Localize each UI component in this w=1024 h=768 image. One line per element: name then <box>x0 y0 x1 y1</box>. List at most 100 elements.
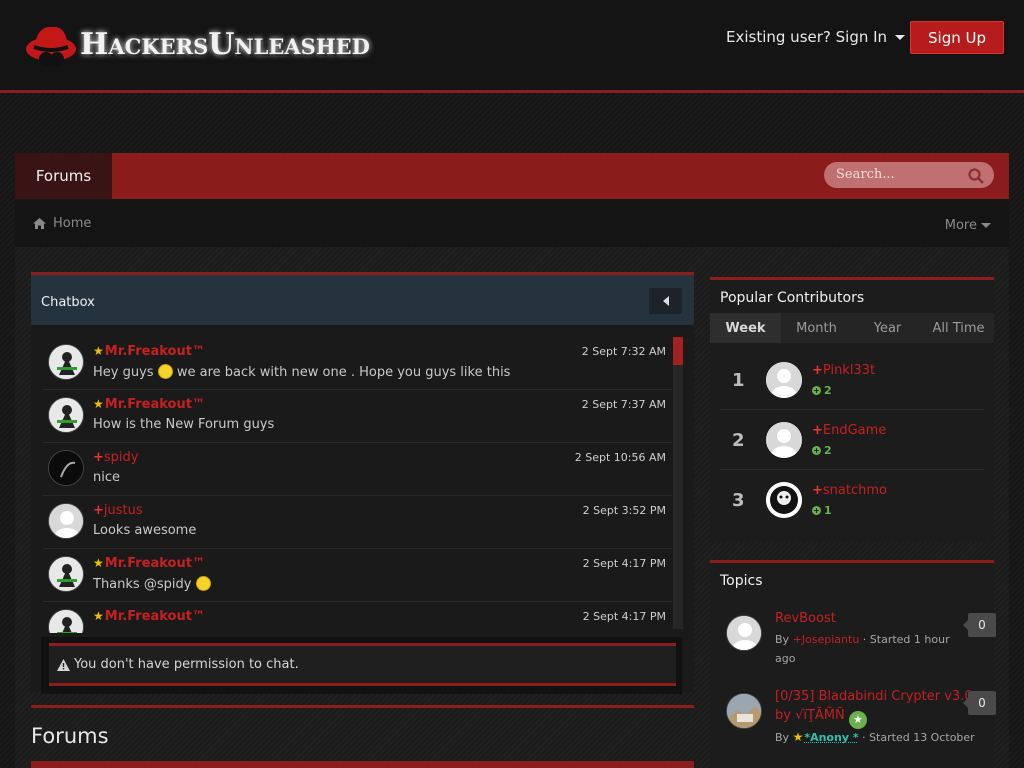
tab-year[interactable]: Year <box>852 313 923 343</box>
chat-timestamp: 2 Sept 10:56 AM <box>574 451 666 464</box>
chat-message: ★Mr.Freakout™ 2 Sept 7:32 AM Hey guys we… <box>43 337 672 390</box>
plus-circle-icon: + <box>812 446 821 455</box>
chat-username[interactable]: ★Mr.Freakout™ <box>93 397 205 412</box>
forums-heading: Forums <box>31 705 694 748</box>
chat-username[interactable]: ★Mr.Freakout™ <box>93 344 205 359</box>
list-item: [0/35] Bladabindi Crypter v3.0 by √ïŢÃM̃… <box>720 687 996 767</box>
tab-all-time[interactable]: All Time <box>923 313 994 343</box>
home-icon <box>33 218 46 229</box>
rank-badge-icon: ★ <box>93 344 104 358</box>
avatar[interactable] <box>48 397 84 433</box>
star-badge-icon: ★ <box>848 711 867 729</box>
chat-message: +spidy 2 Sept 10:56 AM nice <box>43 443 672 496</box>
chat-text: How is the New Forum guys <box>93 417 275 432</box>
chat-scrollbar[interactable] <box>673 337 683 629</box>
site-header: HackersUnleashed Existing user? Sign In … <box>0 0 1024 90</box>
plus-circle-icon: + <box>812 506 821 515</box>
topic-meta: By ★*Anony * · Started 13 October <box>775 728 990 747</box>
contributor-rank: 3 <box>732 490 745 511</box>
search-input[interactable] <box>836 165 966 183</box>
avatar[interactable] <box>766 362 802 398</box>
reputation-count: +2 <box>812 384 832 397</box>
avatar[interactable] <box>48 450 84 486</box>
topic-title-link[interactable]: [0/35] Bladabindi Crypter v3.0 by √ïŢÃM̃… <box>775 687 975 729</box>
smirk-emoji-icon <box>157 364 173 379</box>
smile-emoji-icon <box>195 576 211 591</box>
avatar[interactable] <box>766 422 802 458</box>
chat-timestamp: 2 Sept 7:37 AM <box>581 398 666 411</box>
red-hat-logo-icon <box>26 26 76 66</box>
contributor-list: 1 +Pinkl33t +2 2 +EndGame +2 3 +snatchmo… <box>710 350 994 530</box>
list-item: RevBoost By +Josepiantu · Started 1 hour… <box>720 609 996 683</box>
search-box <box>824 162 994 188</box>
chat-text: Hey guys we are back with new one . Hope… <box>93 364 511 380</box>
site-logo[interactable]: HackersUnleashed <box>24 18 370 70</box>
avatar[interactable] <box>48 344 84 380</box>
avatar[interactable] <box>726 693 762 729</box>
more-dropdown[interactable]: More <box>945 218 991 233</box>
chatbox-widget: Chatbox ★Mr.Freakout™ 2 Sept 7:32 AM Hey… <box>31 272 694 694</box>
reputation-count: +1 <box>812 504 832 517</box>
rank-badge-icon: ★ <box>93 556 104 570</box>
more-label: More <box>944 218 977 233</box>
reply-count: 0 <box>963 691 996 715</box>
chatbox-header: Chatbox <box>31 275 694 325</box>
site-title: HackersUnleashed <box>80 26 370 62</box>
avatar[interactable] <box>766 482 802 518</box>
topics-widget: Topics RevBoost By +Josepiantu · Started… <box>710 560 996 768</box>
forums-list-top-border <box>31 761 694 768</box>
rank-badge-icon: ★ <box>93 397 104 411</box>
avatar[interactable] <box>48 503 84 539</box>
rank-badge-icon: ★ <box>792 730 804 744</box>
rank-badge-icon: ★ <box>93 609 104 623</box>
permission-notice-text: You don't have permission to chat. <box>74 657 299 672</box>
main-nav: Forums <box>15 153 1009 199</box>
caret-down-icon <box>895 34 906 40</box>
list-item: 2 +EndGame +2 <box>720 410 984 470</box>
chat-timestamp: 2 Sept 4:17 PM <box>582 557 666 570</box>
chatbox-title: Chatbox <box>41 295 95 310</box>
chat-message-list[interactable]: ★Mr.Freakout™ 2 Sept 7:32 AM Hey guys we… <box>43 337 672 633</box>
popular-contributors-title: Popular Contributors <box>720 290 865 306</box>
chat-text: nice <box>93 470 120 485</box>
warning-icon <box>57 658 70 671</box>
chat-message: ★Mr.Freakout™ 2 Sept 4:17 PM <box>43 602 672 633</box>
list-item: 3 +snatchmo +1 <box>720 470 984 530</box>
plus-prefix-icon: + <box>93 503 104 518</box>
tab-week[interactable]: Week <box>710 313 781 343</box>
reputation-count: +2 <box>812 444 832 457</box>
avatar[interactable] <box>48 609 84 633</box>
chatbox-collapse-button[interactable] <box>649 288 682 314</box>
contributor-rank: 2 <box>732 430 745 451</box>
tab-forums[interactable]: Forums <box>15 153 112 199</box>
list-item: 1 +Pinkl33t +2 <box>720 350 984 410</box>
topic-author[interactable]: +Josepiantu <box>793 633 860 646</box>
period-tabs: Week Month Year All Time <box>710 313 994 343</box>
chat-username[interactable]: +spidy <box>93 450 139 465</box>
contributor-rank: 1 <box>732 370 745 391</box>
contributor-name[interactable]: +Pinkl33t <box>812 363 875 378</box>
chat-username[interactable]: ★Mr.Freakout™ <box>93 556 205 571</box>
breadcrumb-home[interactable]: Home <box>33 216 91 231</box>
chat-scrollbar-thumb[interactable] <box>673 337 683 365</box>
chat-timestamp: 2 Sept 4:17 PM <box>582 610 666 623</box>
permission-notice: You don't have permission to chat. <box>49 643 676 686</box>
sign-up-button[interactable]: Sign Up <box>910 21 1004 54</box>
contributor-name[interactable]: +EndGame <box>812 423 886 438</box>
chat-message: ★Mr.Freakout™ 2 Sept 4:17 PM Thanks @spi… <box>43 549 672 602</box>
chat-username[interactable]: +justus <box>93 503 143 518</box>
breadcrumb: Home More <box>15 199 1009 247</box>
topic-author[interactable]: *Anony * <box>804 731 858 744</box>
breadcrumb-home-label: Home <box>53 216 92 231</box>
plus-circle-icon: + <box>812 386 821 395</box>
search-icon[interactable] <box>967 167 985 185</box>
topic-title-link[interactable]: RevBoost <box>775 609 975 628</box>
chat-footer: You don't have permission to chat. <box>41 637 682 694</box>
reply-count: 0 <box>963 613 996 637</box>
sign-in-dropdown[interactable]: Existing user? Sign In <box>726 28 906 46</box>
avatar[interactable] <box>726 615 762 651</box>
chat-username[interactable]: ★Mr.Freakout™ <box>93 609 205 624</box>
tab-month[interactable]: Month <box>781 313 852 343</box>
contributor-name[interactable]: +snatchmo <box>812 483 887 498</box>
avatar[interactable] <box>48 556 84 592</box>
